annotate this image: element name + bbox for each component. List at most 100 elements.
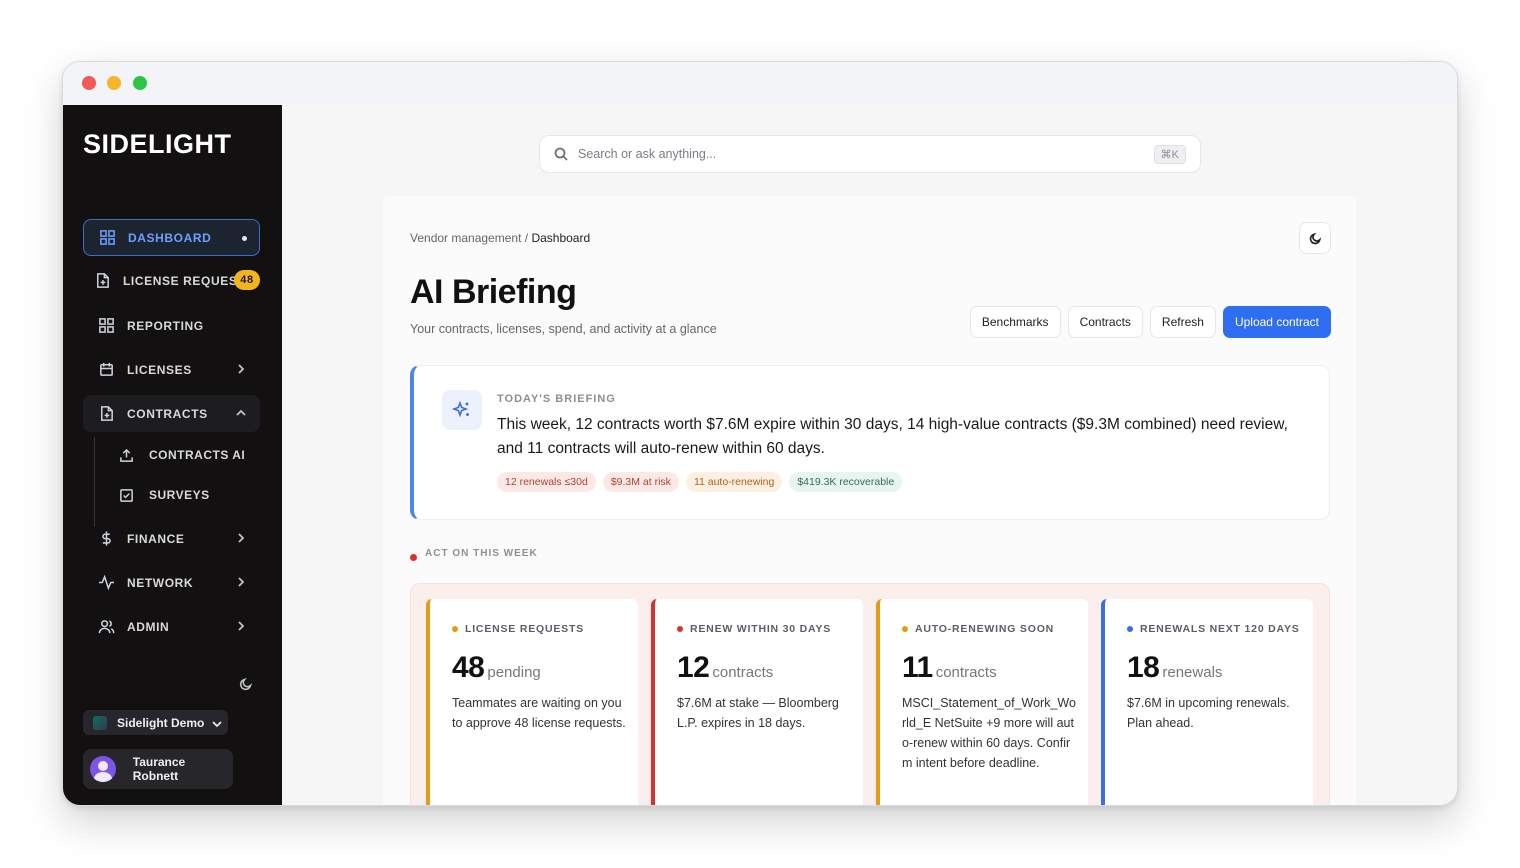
maximize-window-button[interactable] [133,76,147,90]
sidebar-item-admin[interactable]: ADMIN [83,608,260,645]
card-unit: contracts [935,664,997,681]
chevron-down-icon [212,718,222,728]
sidebar-item-contracts[interactable]: CONTRACTS [83,395,260,432]
card-title: LICENSE REQUESTS [465,623,584,635]
card-description: Teammates are waiting on you to approve … [452,696,626,730]
sidebar-subitem-contracts-ai[interactable]: CONTRACTS AI [119,442,245,468]
file-plus-icon [93,272,111,290]
breadcrumb-parent[interactable]: Vendor management [410,231,521,245]
section-label: ACT ON THIS WEEK [425,548,538,559]
card-unit: renewals [1162,664,1223,681]
theme-toggle-button[interactable] [1299,222,1331,254]
sidebar-item-network[interactable]: NETWORK [83,564,260,601]
sidebar-item-label: LICENSES [127,362,192,377]
search-bar[interactable]: Search or ask anything... ⌘K [539,135,1201,173]
card-renewals-120-days[interactable]: RENEWALS NEXT 120 DAYS 18 renewals $7.6M … [1101,599,1313,805]
sidebar-item-label: DASHBOARD [128,230,212,245]
activity-icon [97,574,115,592]
chevron-right-icon [236,620,246,631]
contracts-button[interactable]: Contracts [1067,306,1143,338]
sidebar-item-finance[interactable]: FINANCE [83,520,260,557]
dollar-icon [97,530,115,548]
moon-icon [1309,232,1321,244]
briefing-tags: 12 renewals ≤30d $9.3M at risk 11 auto-r… [497,472,903,492]
org-switcher[interactable]: Sidelight Demo [83,710,228,735]
user-menu[interactable]: Taurance Robnett [83,749,233,789]
logo: SIDELIGHT [83,129,232,159]
briefing-text: This week, 12 contracts worth $7.6M expi… [497,416,1288,457]
sidebar: SIDELIGHT DASHBOARD LICENSE REQUESTS 48 … [63,105,282,805]
search-shortcut: ⌘K [1153,145,1186,164]
breadcrumb-current: Dashboard [531,231,591,245]
briefing-label: TODAY'S BRIEFING [497,393,616,405]
sidebar-item-label: CONTRACTS [127,406,208,421]
card-description: $7.6M at stake — Bloomberg L.P. expires … [677,696,839,730]
tag-at-risk[interactable]: $9.3M at risk [602,472,679,492]
chevron-up-icon [236,407,246,417]
sidebar-item-reporting[interactable]: REPORTING [83,307,260,344]
minimize-window-button[interactable] [107,76,121,90]
file-plus-icon [97,405,115,423]
sidebar-item-dashboard[interactable]: DASHBOARD [83,219,260,256]
sidebar-item-license-requests[interactable]: LICENSE REQUESTS 48 [87,262,260,299]
tag-renewals[interactable]: 12 renewals ≤30d [497,472,596,492]
sidebar-subitem-label: CONTRACTS AI [149,448,246,462]
tag-recoverable[interactable]: $419.3K recoverable [789,472,903,492]
card-auto-renewing[interactable]: AUTO-RENEWING SOON 11 contracts MSCI_Stat… [876,599,1088,805]
action-cards: LICENSE REQUESTS 48 pending Teammates are… [410,583,1330,805]
org-logo-icon [93,715,107,730]
title-bar [63,62,1457,105]
card-number: 48 [452,651,485,684]
benchmarks-button[interactable]: Benchmarks [969,306,1061,338]
card-renew-30-days[interactable]: RENEW WITHIN 30 DAYS 12 contracts $7.6M a… [651,599,863,805]
card-title: AUTO-RENEWING SOON [915,623,1055,635]
chevron-right-icon [236,363,246,374]
card-description: $7.6M in upcoming renewals. Plan ahead. [1127,696,1290,730]
sparkle-icon [442,390,482,430]
active-indicator [242,236,247,241]
close-window-button[interactable] [82,76,96,90]
status-dot [902,626,908,632]
sidebar-item-licenses[interactable]: LICENSES [83,351,260,388]
status-dot [452,626,458,632]
refresh-button[interactable]: Refresh [1149,306,1216,338]
briefing-card: TODAY'S BRIEFING This week, 12 contracts… [410,365,1330,520]
chevron-right-icon [236,576,246,587]
alert-dot [410,554,417,561]
sidebar-subitem-surveys[interactable]: SURVEYS [119,482,210,508]
card-license-requests[interactable]: LICENSE REQUESTS 48 pending Teammates are… [426,599,638,805]
breadcrumb: Vendor management / Dashboard [410,231,591,245]
sidebar-item-label: REPORTING [127,318,204,333]
license-requests-badge: 48 [234,270,260,290]
avatar [90,756,116,782]
sidebar-item-label: FINANCE [127,531,185,546]
tag-auto-renewing[interactable]: 11 auto-renewing [685,472,783,492]
search-icon [554,147,568,161]
status-dot [677,626,683,632]
checkbox-icon [119,487,135,503]
card-number: 11 [902,651,933,684]
status-dot [1127,626,1133,632]
card-title: RENEW WITHIN 30 DAYS [690,623,832,635]
card-unit: contracts [712,664,774,681]
card-description: MSCI_Statement_of_Work_World_E NetSuite … [902,696,1076,770]
upload-contract-button[interactable]: Upload contract [1222,306,1331,338]
user-name: Taurance Robnett [132,755,186,783]
header-actions: Benchmarks Contracts Refresh Upload cont… [969,306,1331,338]
grid-icon [98,229,116,247]
chevron-right-icon [236,532,246,543]
main-panel: Vendor management / Dashboard AI Briefin… [383,196,1356,805]
org-name: Sidelight Demo [117,715,205,730]
app-window: SIDELIGHT DASHBOARD LICENSE REQUESTS 48 … [62,61,1458,806]
card-number: 12 [677,651,710,684]
moon-icon[interactable] [239,677,255,693]
sidebar-item-label: NETWORK [127,575,194,590]
search-input[interactable]: Search or ask anything... [578,147,716,161]
users-icon [97,618,115,636]
card-title: RENEWALS NEXT 120 DAYS [1140,623,1300,635]
card-unit: pending [487,664,541,681]
sidebar-item-label: ADMIN [127,619,170,634]
calendar-icon [97,361,115,379]
grid-icon [97,317,115,335]
page-subtitle: Your contracts, licenses, spend, and act… [410,322,717,336]
